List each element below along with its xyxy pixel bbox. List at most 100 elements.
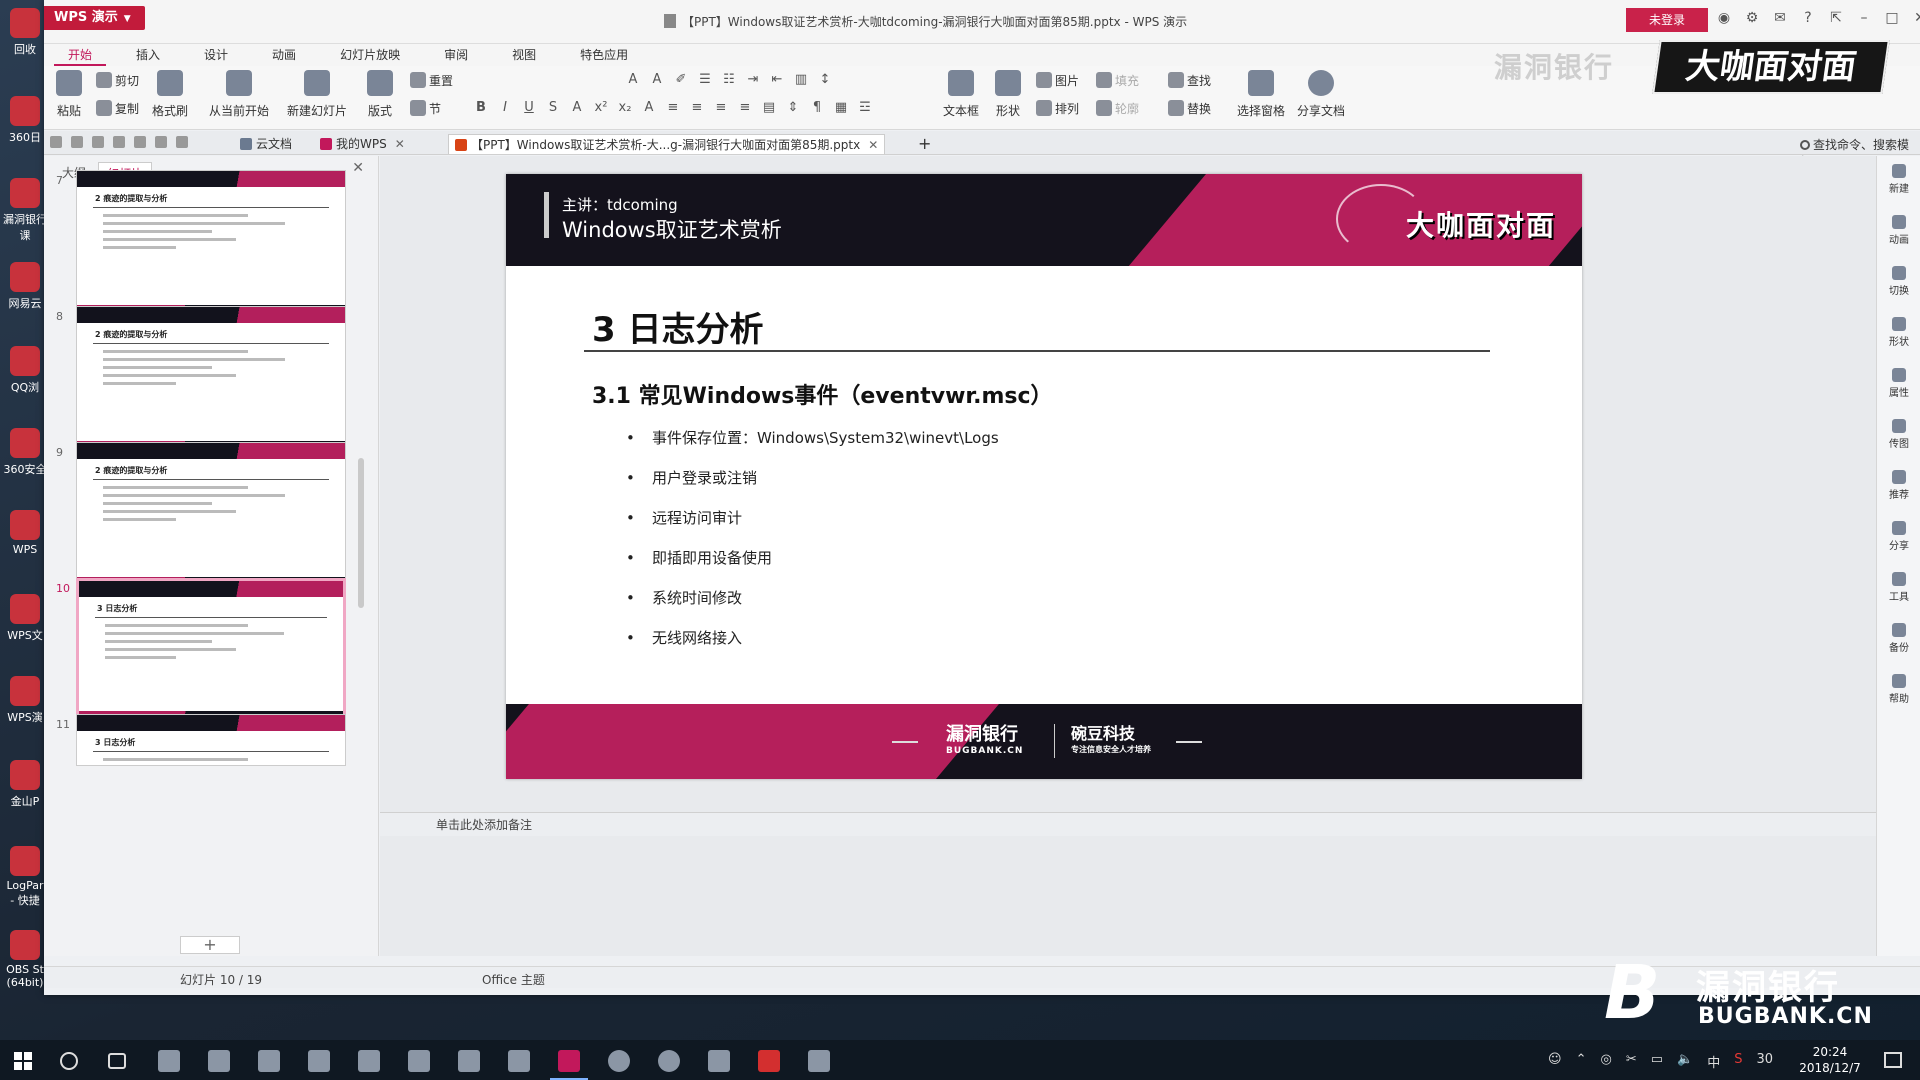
pdf-icon[interactable] — [758, 1050, 780, 1072]
tab-menu[interactable]: 审阅 — [430, 44, 482, 66]
tab-menu[interactable]: 特色应用 — [566, 44, 642, 66]
slide-thumbnail[interactable]: 2 痕迹的提取与分析 — [76, 170, 346, 320]
fill-button[interactable]: 填充 — [1096, 72, 1139, 89]
share-doc-button[interactable]: 分享文档 — [1296, 70, 1346, 119]
clock-app-icon[interactable] — [608, 1050, 630, 1072]
shape-button[interactable]: 形状 — [988, 70, 1028, 119]
export-icon[interactable] — [134, 136, 146, 148]
tab-menu[interactable]: 设计 — [190, 44, 242, 66]
line-spacing-icon[interactable]: ⇕ — [786, 100, 800, 115]
obs-icon[interactable] — [658, 1050, 680, 1072]
clear-format-icon[interactable]: ✐ — [674, 72, 688, 87]
tray-app-icon[interactable]: ◎ — [1600, 1052, 1611, 1071]
task-pane-item[interactable]: 动画 — [1879, 215, 1919, 246]
align-right-icon[interactable]: ≡ — [714, 100, 728, 115]
undo-icon[interactable] — [155, 136, 167, 148]
skin-icon[interactable]: ◉ — [1716, 10, 1732, 26]
desktop-icon[interactable]: WPS文 — [2, 594, 48, 643]
chevron-up-icon[interactable]: ⌃ — [1576, 1052, 1587, 1071]
indent-icon[interactable]: ⇥ — [746, 72, 760, 87]
task-pane-item[interactable]: 形状 — [1879, 317, 1919, 348]
sogou-icon[interactable]: S — [1734, 1052, 1742, 1071]
tab-cloud-docs[interactable]: 云文档 — [234, 134, 298, 154]
para-icon[interactable]: ¶ — [810, 100, 824, 115]
task-pane-item[interactable]: 推荐 — [1879, 470, 1919, 501]
slide-subheading[interactable]: 3.1 常见Windows事件（eventvwr.msc） — [592, 378, 1053, 410]
numbering-icon[interactable]: ☷ — [722, 72, 736, 87]
tab-menu[interactable]: 插入 — [122, 44, 174, 66]
bullets-icon[interactable]: ☰ — [698, 72, 712, 87]
text-direction-icon[interactable]: ↕ — [818, 72, 832, 87]
document-icon[interactable] — [508, 1050, 530, 1072]
grow-font-icon[interactable]: A — [626, 72, 640, 87]
redo-icon[interactable] — [176, 136, 188, 148]
align-left-icon[interactable]: ≡ — [666, 100, 680, 115]
desktop-icon[interactable]: WPS — [2, 510, 48, 556]
tab-menu[interactable]: 幻灯片放映 — [326, 44, 414, 66]
slide-thumbnail[interactable]: 3 日志分析 — [76, 578, 346, 728]
tab-menu[interactable]: 动画 — [258, 44, 310, 66]
add-slide-button[interactable]: + — [180, 936, 240, 954]
slide-thumbnail[interactable]: 2 痕迹的提取与分析 — [76, 442, 346, 592]
scrollbar-thumb[interactable] — [358, 458, 364, 608]
start-button[interactable] — [12, 1050, 34, 1072]
subscript-icon[interactable]: x₂ — [618, 100, 632, 115]
close-icon[interactable]: ✕ — [352, 160, 364, 176]
copy-button[interactable]: 复制 — [96, 100, 139, 117]
task-pane-item[interactable]: 新建 — [1879, 164, 1919, 195]
outdent-icon[interactable]: ⇤ — [770, 72, 784, 87]
tab-active-document[interactable]: 【PPT】Windows取证艺术赏析-大...g-漏洞银行大咖面对面第85期.p… — [448, 134, 886, 154]
textbox-button[interactable]: 文本框 — [938, 70, 984, 119]
char-spacing-icon[interactable]: A — [642, 100, 656, 115]
notes-pane[interactable]: 单击此处添加备注 — [380, 812, 1920, 836]
close-button[interactable]: ✕ — [1912, 10, 1920, 26]
desktop-icon[interactable]: LogPar - 快捷 — [2, 846, 48, 908]
feedback-icon[interactable]: ✉ — [1772, 10, 1788, 26]
columns-icon[interactable]: ▥ — [794, 72, 808, 87]
tray-tool-icon[interactable]: ✂ — [1626, 1052, 1637, 1071]
new-slide-button[interactable]: 新建幻灯片 — [282, 70, 352, 119]
reset-button[interactable]: 重置 — [410, 72, 453, 89]
app-menu-button[interactable]: WPS 演示 ▼ — [44, 6, 145, 30]
smartart-icon[interactable]: ▦ — [834, 100, 848, 115]
file-explorer-icon[interactable] — [258, 1050, 280, 1072]
help-icon[interactable]: ? — [1800, 10, 1816, 26]
shrink-font-icon[interactable]: A — [650, 72, 664, 87]
bullet-item[interactable]: 即插即用设备使用 — [626, 548, 999, 588]
login-button[interactable]: 未登录 — [1626, 8, 1708, 32]
volume-icon[interactable]: 🔈 — [1677, 1052, 1693, 1071]
desktop-icon[interactable]: QQ浏 — [2, 346, 48, 395]
settings-icon[interactable]: ⚙ — [1744, 10, 1760, 26]
text-align-icon[interactable]: ☲ — [858, 100, 872, 115]
align-center-icon[interactable]: ≡ — [690, 100, 704, 115]
bullet-item[interactable]: 用户登录或注销 — [626, 468, 999, 508]
desktop-icon[interactable]: OBS St (64bit) — [2, 930, 48, 989]
task-pane-item[interactable]: 传图 — [1879, 419, 1919, 450]
person-icon[interactable]: ☺ — [1548, 1052, 1562, 1071]
desktop-icon[interactable]: 网易云 — [2, 262, 48, 311]
slide-thumbnail[interactable]: 3 日志分析 — [76, 714, 346, 766]
slide-heading[interactable]: 3 日志分析 — [592, 302, 764, 351]
superscript-icon[interactable]: x² — [594, 100, 608, 115]
desktop-icon[interactable]: 回收 — [2, 8, 48, 57]
bullet-item[interactable]: 系统时间修改 — [626, 588, 999, 628]
desktop-icon[interactable]: WPS演 — [2, 676, 48, 725]
new-tab-button[interactable]: + — [912, 134, 937, 154]
desktop-icon[interactable]: 360日 — [2, 96, 48, 145]
task-pane-item[interactable]: 切换 — [1879, 266, 1919, 297]
picture-button[interactable]: 图片 — [1036, 72, 1079, 89]
justify-icon[interactable]: ≡ — [738, 100, 752, 115]
underline-icon[interactable]: U — [522, 100, 536, 115]
notification-icon[interactable] — [1884, 1052, 1902, 1068]
task-pane-item[interactable]: 分享 — [1879, 521, 1919, 552]
tab-menu[interactable]: 开始 — [54, 44, 107, 66]
section-button[interactable]: 节 — [410, 100, 441, 117]
clock[interactable]: 20:24 2018/12/7 — [1788, 1044, 1872, 1076]
task-pane-item[interactable]: 属性 — [1879, 368, 1919, 399]
open-icon[interactable] — [50, 136, 62, 148]
slide-thumbnail[interactable]: 2 痕迹的提取与分析 — [76, 306, 346, 456]
outline-button[interactable]: 轮廓 — [1096, 100, 1139, 117]
ime-indicator[interactable]: 中 — [1707, 1052, 1720, 1071]
print-preview-icon[interactable] — [113, 136, 125, 148]
desktop-icon[interactable]: 金山P — [2, 760, 48, 809]
